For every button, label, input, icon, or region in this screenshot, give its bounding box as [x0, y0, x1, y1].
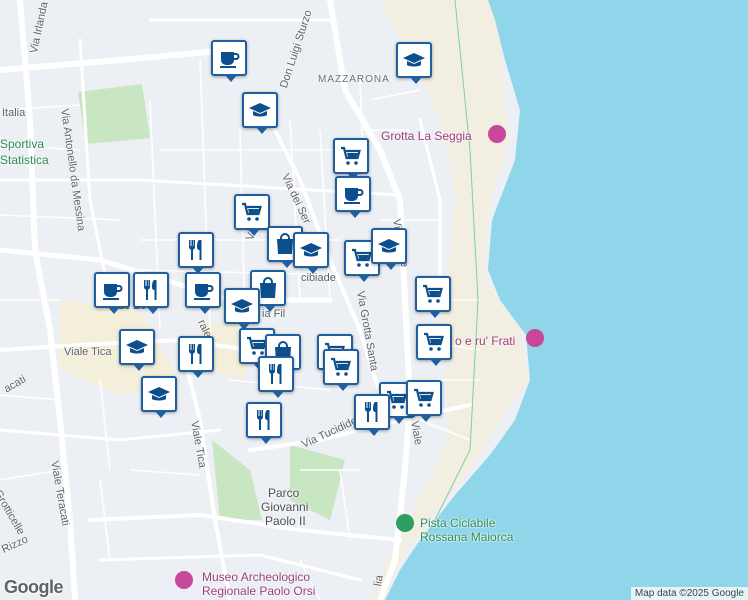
marker-cafe[interactable] — [211, 40, 247, 82]
marker-cart[interactable] — [234, 194, 270, 236]
label-italia: Italia — [2, 107, 26, 119]
marker-school[interactable] — [371, 228, 407, 270]
marker-cafe[interactable] — [185, 272, 221, 314]
marker-cart[interactable] — [406, 380, 442, 422]
label-museo-archeologico: Museo Archeologico — [202, 570, 311, 584]
label-grotta-la-seggia: Grotta La Seggia — [381, 129, 472, 143]
google-logo: Google — [4, 577, 64, 597]
label-lia: lia — [372, 574, 386, 588]
label-e-ru-frati: o e ru' Frati — [455, 334, 516, 348]
marker-school[interactable] — [396, 42, 432, 84]
label-statistica: Statistica — [0, 153, 49, 167]
marker-cart[interactable] — [333, 138, 369, 180]
marker-restaurant[interactable] — [178, 336, 214, 378]
marker-cart[interactable] — [416, 324, 452, 366]
marker-school[interactable] — [119, 329, 155, 371]
marker-restaurant[interactable] — [354, 394, 390, 436]
marker-restaurant[interactable] — [258, 356, 294, 398]
map-attribution[interactable]: Map data ©2025 Google — [630, 587, 748, 600]
label-viale-tica: Viale Tica — [64, 346, 112, 358]
marker-school[interactable] — [224, 288, 260, 330]
marker-restaurant[interactable] — [133, 272, 169, 314]
marker-restaurant[interactable] — [246, 402, 282, 444]
label-rossana-maiorca: Rossana Maiorca — [420, 530, 514, 544]
marker-school[interactable] — [242, 92, 278, 134]
marker-school[interactable] — [293, 232, 329, 274]
marker-cafe[interactable] — [94, 272, 130, 314]
label-regionale-paolo-orsi: Regionale Paolo Orsi — [202, 584, 316, 598]
label-paolo-ii: Paolo II — [265, 514, 306, 528]
marker-cart[interactable] — [415, 276, 451, 318]
label-giovanni: Giovanni — [261, 500, 309, 514]
label-sportiva: Sportiva — [0, 137, 45, 151]
label-mazzarona: MAZZARONA — [318, 74, 390, 85]
marker-cafe[interactable] — [335, 176, 371, 218]
label-parco: Parco — [268, 486, 300, 500]
marker-school[interactable] — [141, 376, 177, 418]
map-canvas[interactable]: MAZZARONA Via Irlanda Italia Via Antonel… — [0, 0, 748, 600]
marker-cart[interactable] — [323, 349, 359, 391]
label-pista-ciclabile: Pista Ciclabile — [420, 516, 496, 530]
marker-restaurant[interactable] — [178, 232, 214, 274]
